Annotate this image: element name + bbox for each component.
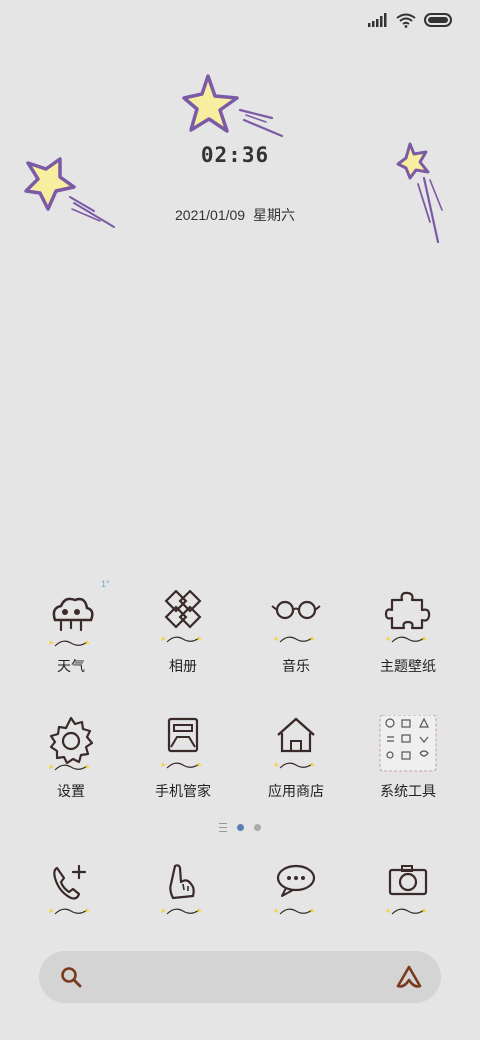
lock-date: 2021/01/09 星期六 <box>0 205 470 225</box>
signal-icon <box>368 13 387 27</box>
app-label: 应用商店 <box>268 783 324 799</box>
app-music[interactable]: 音乐 <box>240 590 352 676</box>
glasses-music-icon <box>266 590 326 650</box>
app-label: 系统工具 <box>380 783 436 799</box>
wifi-icon <box>396 13 416 28</box>
app-label: 手机管家 <box>155 783 211 799</box>
page-indicator[interactable] <box>0 823 480 832</box>
dock-phone[interactable] <box>15 862 127 922</box>
weekday-value: 星期六 <box>252 207 295 223</box>
menu-lines-icon[interactable] <box>219 823 227 832</box>
hand-pointer-icon <box>153 862 213 922</box>
app-system-tools[interactable]: 系统工具 <box>352 715 464 801</box>
app-settings[interactable]: 设置 <box>15 715 127 801</box>
app-theme[interactable]: 主题壁纸 <box>352 590 464 676</box>
app-weather[interactable]: 天气 <box>15 590 127 676</box>
app-label: 音乐 <box>282 658 310 674</box>
gear-icon <box>41 715 101 775</box>
app-label: 主题壁纸 <box>380 658 436 674</box>
search-bar[interactable] <box>39 951 441 1003</box>
app-label: 相册 <box>169 658 197 674</box>
dock-camera[interactable] <box>352 862 464 922</box>
app-phone-manager[interactable]: 手机管家 <box>127 715 239 801</box>
phone-manager-icon <box>153 715 213 775</box>
page-dot[interactable] <box>254 824 261 831</box>
app-gallery[interactable]: 相册 <box>127 590 239 676</box>
phone-add-icon <box>41 862 101 922</box>
weather-cloud-icon <box>41 590 101 650</box>
assistant-icon[interactable] <box>395 964 423 990</box>
dock-messages[interactable] <box>240 862 352 922</box>
chat-bubble-icon <box>266 862 326 922</box>
camera-icon <box>378 862 438 922</box>
status-bar <box>368 10 454 30</box>
app-store[interactable]: 应用商店 <box>240 715 352 801</box>
page-dot-active[interactable] <box>237 824 244 831</box>
shooting-star-center <box>182 74 284 138</box>
dock-hand[interactable] <box>127 862 239 922</box>
app-label: 天气 <box>57 658 85 674</box>
search-icon[interactable] <box>60 966 82 988</box>
lock-clock: 02:36 <box>200 143 270 167</box>
battery-icon <box>424 13 452 27</box>
app-label: 设置 <box>57 783 85 799</box>
folder-tools-icon <box>378 715 438 775</box>
puzzle-theme-icon <box>378 590 438 650</box>
grid-note: 1° <box>101 579 110 589</box>
date-value: 2021/01/09 <box>175 207 246 223</box>
house-store-icon <box>266 715 326 775</box>
gallery-knot-icon <box>153 590 213 650</box>
